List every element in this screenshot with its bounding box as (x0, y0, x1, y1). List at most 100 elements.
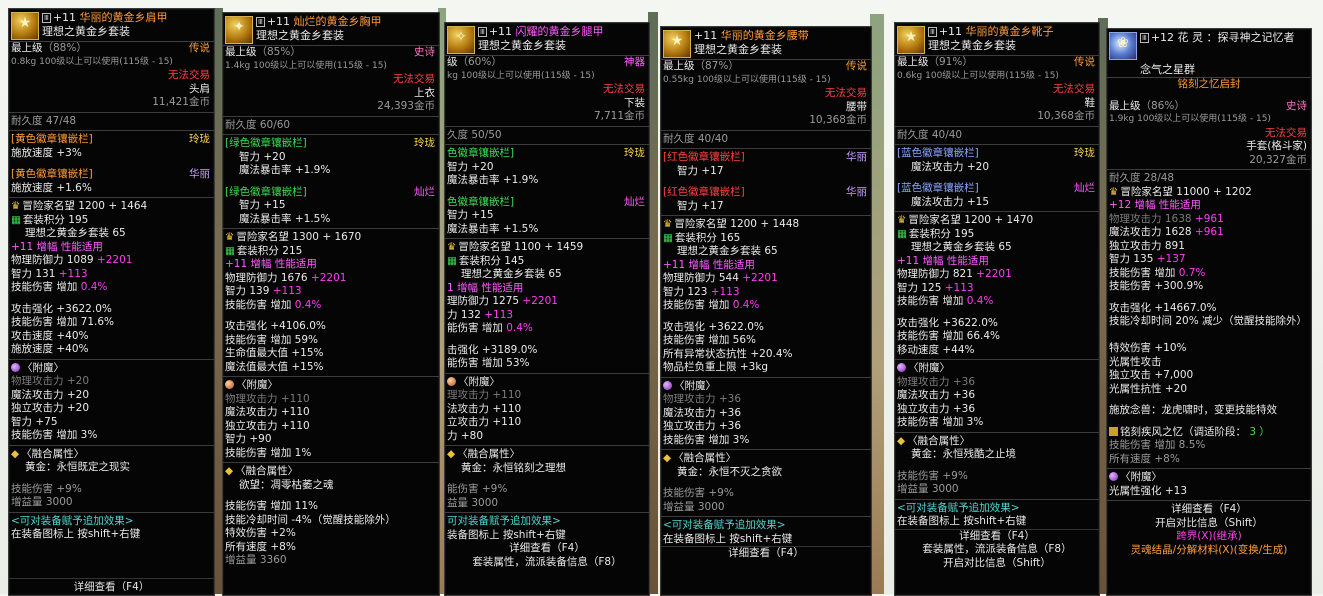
tip-line: <可对装备赋予追加效果> (11, 514, 134, 527)
set-points: ▦ 套装积分 165 (663, 231, 741, 244)
item-set-name: 理想之黄金乡套装 (256, 29, 344, 42)
phys-defense: 物理防御力 1089 +2201 (11, 254, 133, 266)
item-weight-req: 0.55kg 100级以上可以使用(115级 - 15) (663, 74, 831, 85)
tip-line: <可对装备赋予追加效果> (897, 501, 1020, 514)
effect-line: 物品栏负重上限 +3kg (663, 361, 769, 373)
item-tooltip-chest: ✦ Ⅲ +11 灿烂的黄金乡胸甲 理想之黄金乡套装 最上级（85%） 史诗 1.4k… (222, 12, 440, 596)
enchant-line: 物理攻击力 +36 (897, 375, 975, 388)
detail-view-button[interactable]: 详细查看（F4） (9, 578, 214, 595)
trade-restriction: 无法交易 (168, 69, 210, 81)
enchant-line: 技能伤害 增加 3% (11, 429, 98, 441)
fusion-header: ◆ 〈融合属性〉 (225, 465, 299, 477)
item-price: 10,368金币 (809, 114, 867, 126)
detail-view-button[interactable]: 详细查看（F4） (728, 547, 804, 559)
item-rarity: 史诗 (1286, 99, 1307, 112)
trade-restriction: 无法交易 (393, 73, 435, 85)
detail-view-button[interactable]: 详细查看（F4） (959, 530, 1035, 542)
enchant-line: 技能伤害 增加 3% (663, 433, 750, 446)
phys-defense: 物理防御力 821 +2201 (897, 268, 1012, 280)
enchant-orb-icon (225, 380, 234, 389)
set-line: 理想之黄金乡套装 65 (677, 245, 778, 257)
tooltip-header: ★ +11 华丽的黄金乡腰带 理想之黄金乡套装 (661, 27, 871, 60)
tooltip-header: ✧ Ⅲ +11 闪耀的黄金乡腿甲 理想之黄金乡套装 (445, 23, 649, 56)
enchant-line: 法攻击力 +110 (447, 402, 522, 415)
fusion-stat: 增益量 3360 (225, 554, 287, 566)
intelligence: 智力 123 +113 (663, 285, 740, 298)
fame-icon: ♛ (11, 200, 21, 212)
fame-icon: ♛ (225, 231, 235, 243)
tooltip-header: ✦ Ⅲ +11 灿烂的黄金乡胸甲 理想之黄金乡套装 (223, 13, 439, 46)
emblem-grade-1: 玲珑 (414, 137, 435, 149)
adventurer-fame: ♛ 冒险家名望 1100 + 1459 (447, 241, 584, 253)
item-icon: ★ (897, 26, 925, 54)
emblem-grade-1: 玲珑 (624, 147, 645, 159)
skill-damage: 能伤害 增加 0.4% (447, 322, 533, 334)
item-rarity: 神器 (624, 56, 645, 68)
fusion-stat: 所有速度 +8% (225, 540, 296, 553)
fusion-header: ◆ 〈融合属性〉 (897, 434, 971, 447)
set-info-button[interactable]: 套装属性，流派装备信息（F8） (922, 543, 1071, 555)
tooltip-header: ★ Ⅲ +11 华丽的黄金乡靴子 理想之黄金乡套装 (895, 23, 1099, 56)
item-icon: ✧ (447, 26, 475, 54)
set-info-button[interactable]: 套装属性，流派装备信息（F8） (472, 556, 621, 568)
fusion-stat: 技能伤害 +9% (897, 469, 968, 482)
emblem-grade-2: 灿烂 (624, 195, 645, 208)
fusion-diamond-icon: ◆ (11, 447, 20, 460)
item-tooltip-legs: ✧ Ⅲ +11 闪耀的黄金乡腿甲 理想之黄金乡套装 级（60%） 神器 kg 100… (444, 22, 650, 596)
enchant-orb-icon (447, 376, 456, 386)
amplify-line: +11 增幅 性能适用 (11, 240, 103, 253)
emblem-stat: 智力 +17 (677, 199, 724, 212)
effect-line: 攻击强化 +4106.0% (225, 320, 326, 332)
effect-line: 光属性攻击 (1109, 355, 1162, 368)
phys-defense: 物理防御力 1676 +2201 (225, 271, 347, 284)
fusion-diamond-icon: ◆ (225, 465, 234, 477)
effect-line: 魔法值最大值 +15% (225, 360, 324, 373)
emblem-stat: 魔法攻击力 +20 (911, 160, 989, 173)
fusion-stat: 技能伤害 增加 11% (225, 500, 319, 512)
fame-icon: ♛ (897, 214, 907, 226)
emblem-stat: 魔法攻击力 +15 (911, 195, 989, 208)
phys-attack: 物理攻击力 1638 +961 (1109, 212, 1224, 225)
item-icon: ✦ (225, 16, 253, 44)
detail-view-button[interactable]: 详细查看（F4） (1171, 503, 1247, 515)
enchant-line: 智力 +75 (11, 415, 58, 428)
enchant-orb-icon (1109, 472, 1118, 481)
emblem-stat: 魔法暴击率 +1.5% (447, 222, 539, 235)
compare-button[interactable]: 开启对比信息（Shift） (1155, 517, 1263, 529)
item-grade: 级（60%） (447, 56, 502, 68)
compare-button[interactable]: 开启对比信息（Shift） (943, 557, 1051, 569)
effect-line: 技能伤害 增加 71.6% (11, 316, 115, 328)
set-points: ▦ 套装积分 195 (897, 227, 975, 240)
emblem-stat: 施放速度 +3% (11, 146, 82, 159)
set-points-icon: ▦ (225, 244, 235, 257)
crossover-button[interactable]: 跨界(X)(继承) (1176, 530, 1242, 542)
effect-line: 独立攻击 +7,000 (1109, 369, 1194, 381)
enchant-line: 独立攻击力 +110 (225, 419, 310, 432)
fusion-value: 黄金：永恒既定之现实 (25, 461, 130, 473)
item-set-name: 理想之黄金乡套装 (478, 39, 566, 52)
phys-defense: 理防御力 1275 +2201 (447, 295, 558, 307)
intelligence: 力 132 +113 (447, 308, 514, 321)
set-points-icon: ▦ (447, 254, 457, 267)
fusion-stat: 特效伤害 +2% (225, 527, 296, 539)
effect-line: 所有异常状态抗性 +20.4% (663, 347, 793, 360)
item-weight-req: 1.4kg 100级以上可以使用(115级 - 15) (225, 60, 387, 71)
detail-view-button[interactable]: 详细查看（F4） (509, 542, 585, 554)
trade-restriction: 无法交易 (1265, 126, 1307, 139)
emblem-stat: 智力 +15 (239, 199, 286, 211)
durability: 耐久度 60/60 (225, 118, 291, 131)
fame-icon: ♛ (447, 241, 457, 253)
item-icon: ❀ (1109, 32, 1137, 60)
enchant-line: 魔法攻击力 +36 (897, 389, 975, 401)
item-title: Ⅲ +11 华丽的黄金乡靴子 (928, 25, 1054, 38)
item-price: 10,368金币 (1037, 110, 1095, 122)
item-slot: 下装 (624, 96, 645, 109)
enchant-line: 魔法攻击力 +36 (663, 406, 741, 419)
enchant-header: 〈附魔〉 (225, 379, 278, 393)
enchant-line: 独立攻击力 +20 (11, 402, 89, 414)
engrave-line: 铭刻疾风之忆（调适阶段： 3 ） (1109, 426, 1270, 440)
skill-damage-2: 技能伤害 +300.9% (1109, 280, 1204, 292)
soul-crystal-button[interactable]: 灵魂结晶/分解材料(X)(变换/生成) (1131, 544, 1288, 556)
enchant-header: 〈附魔〉 (897, 362, 950, 376)
emblem-grade-2: 华丽 (846, 186, 867, 198)
